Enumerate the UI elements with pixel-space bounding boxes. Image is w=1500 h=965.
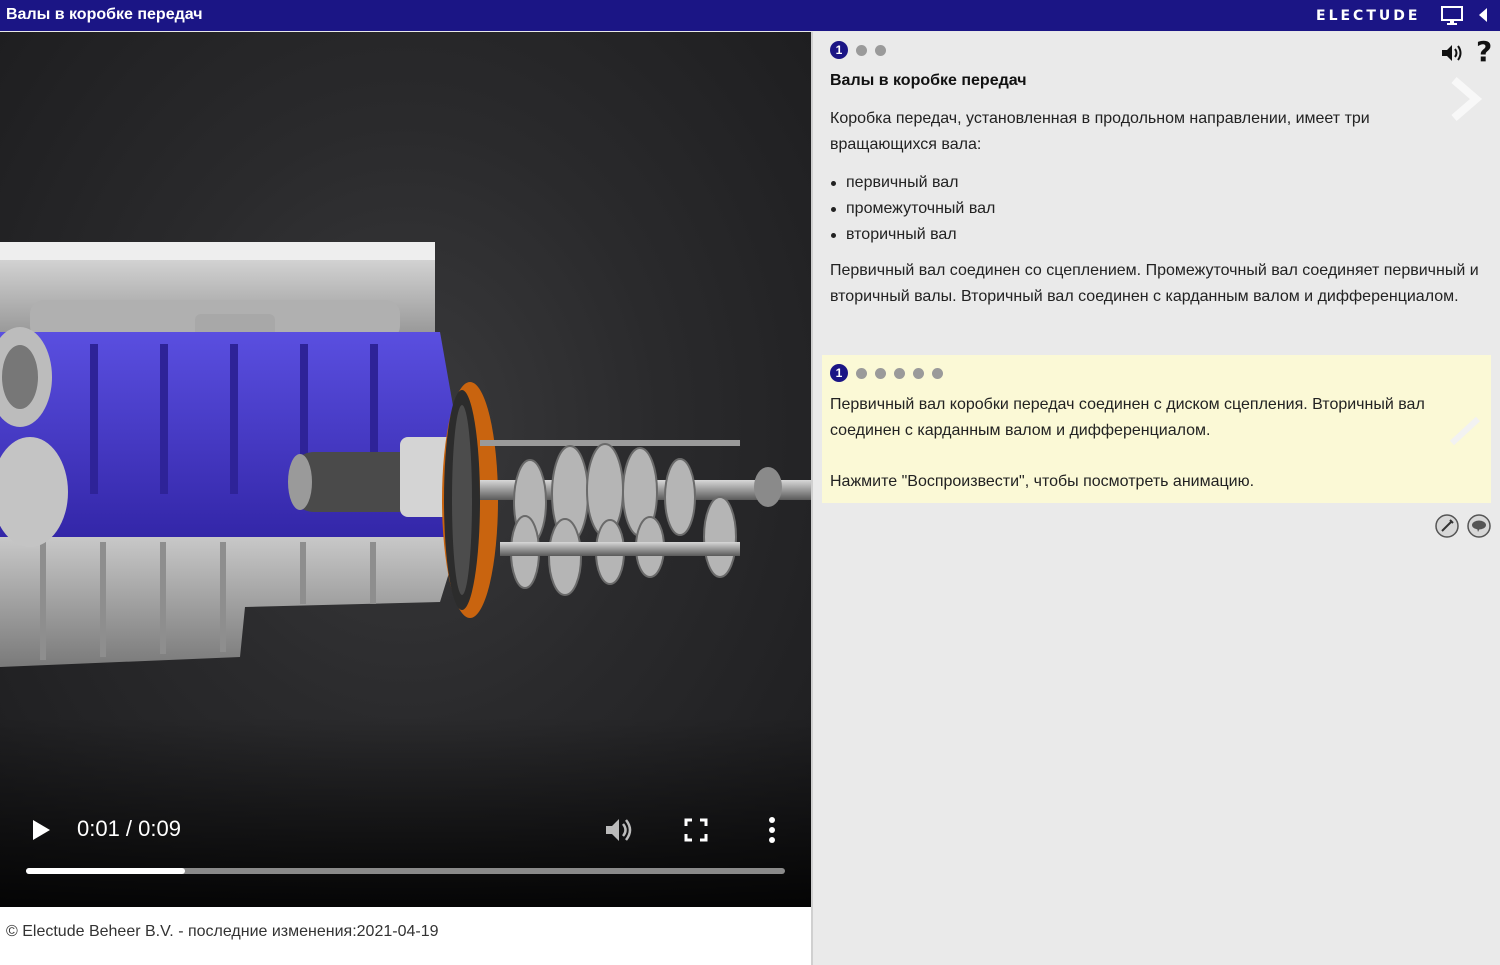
video-progress-bar[interactable]: [26, 868, 785, 874]
controls-gradient: [0, 717, 811, 907]
video-progress-fill: [26, 868, 186, 874]
step-instruction: Нажмите "Воспроизвести", чтобы посмотрет…: [830, 473, 1255, 490]
page-dots[interactable]: 1: [830, 41, 886, 59]
video-time: 0:01 / 0:09: [77, 816, 181, 841]
top-bar: Валы в коробке передач ELECTUDE: [0, 0, 1500, 31]
lesson-description: Первичный вал соединен со сцеплением. Пр…: [830, 262, 1479, 305]
app-title: Валы в коробке передач: [6, 6, 203, 23]
more-vertical-icon[interactable]: [764, 816, 780, 844]
collapse-arrow-icon[interactable]: [1476, 7, 1490, 23]
screen-icon[interactable]: [1441, 6, 1463, 26]
step-dots[interactable]: 1: [830, 364, 943, 382]
footer: © Electude Beheer B.V. - последние измен…: [0, 907, 811, 965]
list-item: вторичный вал: [830, 222, 995, 248]
list-item: первичный вал: [830, 170, 995, 196]
step-dot[interactable]: [894, 367, 905, 379]
step-dot[interactable]: [913, 367, 924, 379]
step-box: 1 Первичный вал коробки передач соединен…: [822, 355, 1491, 503]
brand-logo: ELECTUDE: [1316, 8, 1421, 24]
step-dot[interactable]: [875, 367, 886, 379]
step-dot[interactable]: [932, 367, 943, 379]
fullscreen-icon[interactable]: [684, 818, 708, 842]
check-icon[interactable]: [1448, 413, 1482, 447]
step-dot[interactable]: 1: [830, 364, 848, 382]
lesson-heading: Валы в коробке передач: [830, 72, 1027, 89]
volume-icon[interactable]: [603, 816, 633, 844]
page-dot[interactable]: [875, 44, 886, 56]
next-arrow-icon[interactable]: [1446, 76, 1486, 122]
lesson-intro: Коробка передач, установленная в продоль…: [830, 110, 1370, 153]
chat-icon[interactable]: [1467, 514, 1491, 538]
step-text: Первичный вал коробки передач соединен с…: [830, 396, 1425, 439]
copyright-text: © Electude Beheer B.V. - последние измен…: [6, 923, 439, 940]
help-icon[interactable]: ?: [1476, 38, 1494, 66]
tool-icon[interactable]: [1435, 514, 1459, 538]
step-dot[interactable]: [856, 367, 867, 379]
play-icon[interactable]: [30, 818, 52, 842]
shaft-list: первичный вал промежуточный вал вторичны…: [830, 170, 995, 248]
list-item: промежуточный вал: [830, 196, 995, 222]
sound-icon[interactable]: [1440, 42, 1464, 64]
lesson-panel: 1 ? Валы в коробке передач Коробка перед…: [813, 32, 1500, 965]
page-dot[interactable]: [856, 44, 867, 56]
video-player[interactable]: 0:01 / 0:09: [0, 32, 811, 907]
page-dot[interactable]: 1: [830, 41, 848, 59]
